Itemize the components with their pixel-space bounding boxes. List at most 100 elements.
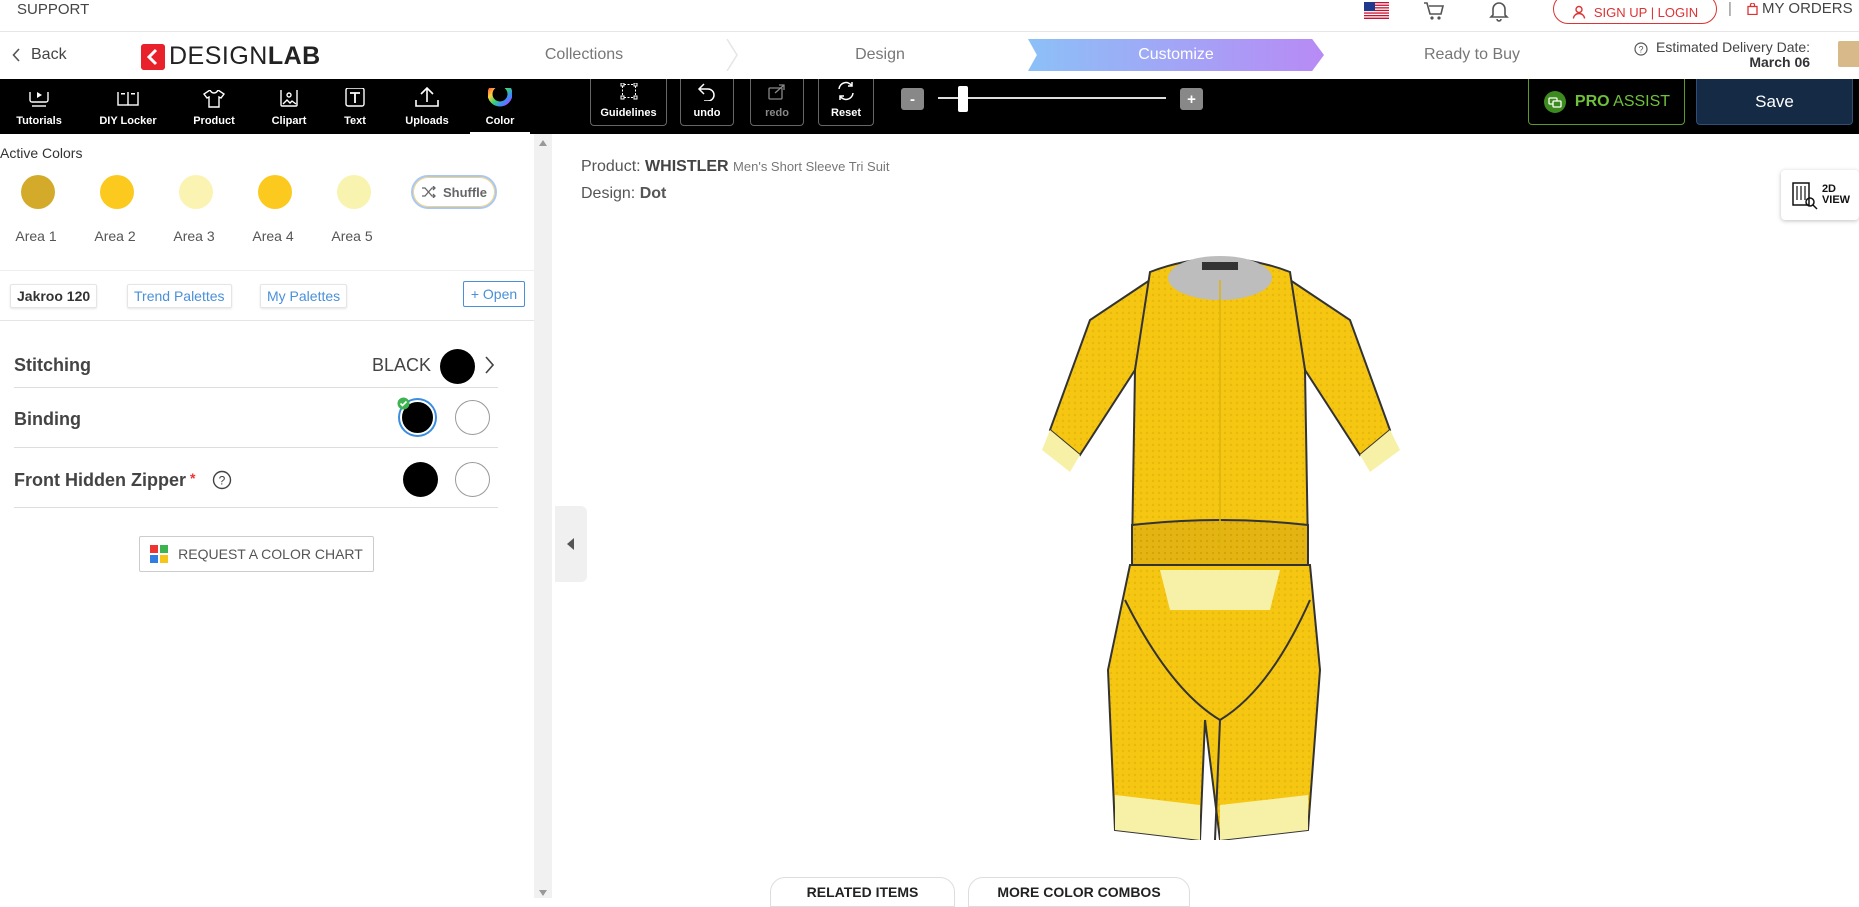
product-label: Product: [581, 158, 641, 175]
product-3d-render[interactable] [1030, 250, 1410, 840]
request-color-chart-button[interactable]: REQUEST A COLOR CHART [139, 536, 374, 572]
upload-icon [415, 86, 439, 107]
my-orders-link[interactable]: MY ORDERS [1747, 0, 1853, 17]
undo-button[interactable]: undo [680, 79, 734, 126]
area-2-label: Area 2 [94, 228, 136, 244]
palette-tab-jakroo-120[interactable]: Jakroo 120 [10, 284, 98, 308]
area-5-swatch[interactable] [337, 175, 371, 209]
front-hidden-zipper-label: Front Hidden Zipper * [14, 470, 195, 491]
step-customize[interactable]: Customize [1028, 39, 1324, 71]
undo-label: undo [693, 107, 721, 119]
binding-white-swatch[interactable] [455, 400, 490, 435]
shirt-icon [202, 90, 226, 108]
collapse-panel-button[interactable] [555, 506, 587, 582]
step-ready-to-buy-label: Ready to Buy [1423, 46, 1521, 63]
step-collections[interactable]: Collections [436, 39, 738, 71]
tool-text[interactable]: Text [335, 79, 375, 134]
chevron-right-icon[interactable] [484, 356, 494, 374]
check-icon [397, 397, 410, 410]
save-button[interactable]: Save [1696, 79, 1853, 125]
product-info: Product: WHISTLER Men's Short Sleeve Tri… [581, 158, 889, 176]
step-nav-bar: Back DESIGNLAB Collections Design Custom… [0, 32, 1859, 79]
delivery-date: March 06 [1749, 54, 1811, 70]
area-2-swatch[interactable] [100, 175, 134, 209]
tool-uploads[interactable]: Uploads [405, 79, 449, 134]
help-circle-icon[interactable]: ? [212, 470, 232, 490]
logo-text: DESIGNLAB [169, 42, 321, 71]
reset-icon [838, 81, 854, 101]
delivery-label: Estimated Delivery Date: [1656, 39, 1811, 55]
area-1-swatch[interactable] [21, 175, 55, 209]
us-flag-icon[interactable] [1364, 2, 1389, 19]
zoom-in-button[interactable]: + [1180, 88, 1203, 110]
zipper-white-swatch[interactable] [455, 462, 490, 497]
active-colors-title: Active Colors [0, 145, 83, 161]
design-name: Dot [639, 185, 667, 202]
area-1-label: Area 1 [15, 228, 57, 244]
signup-login-button[interactable]: SIGN UP | LOGIN [1553, 0, 1717, 24]
divider [0, 320, 534, 321]
pro-assist-button[interactable]: PRO ASSIST [1528, 79, 1685, 125]
top-bar: SUPPORT SIGN UP | LOGIN | MY ORDERS [0, 0, 1859, 32]
area-4-swatch[interactable] [258, 175, 292, 209]
tool-tutorials-label: Tutorials [16, 115, 62, 127]
zipper-black-swatch[interactable] [403, 462, 438, 497]
logo-text-design: DESIGN [169, 42, 268, 70]
design-label: Design: [581, 185, 636, 202]
stitching-color-swatch[interactable] [440, 349, 475, 384]
bell-icon[interactable] [1488, 0, 1510, 22]
product-name: WHISTLER [645, 158, 729, 175]
tool-color[interactable]: Color [470, 79, 530, 134]
front-hidden-zipper-text: Front Hidden Zipper [14, 470, 186, 490]
more-color-combos-tab[interactable]: MORE COLOR COMBOS [968, 877, 1190, 907]
view-label: VIEW [1821, 194, 1851, 206]
step-ready-to-buy[interactable]: Ready to Buy [1324, 39, 1620, 71]
svg-text:?: ? [219, 474, 226, 488]
step-tabs: Collections Design Customize Ready to Bu… [436, 39, 1620, 71]
stitching-label: Stitching [14, 355, 91, 375]
text-icon [345, 88, 365, 107]
scroll-down-arrow-icon[interactable] [539, 890, 547, 896]
palette-tab-my-palettes[interactable]: My Palettes [260, 284, 348, 308]
stitching-value: BLACK [372, 355, 432, 375]
area-3-label: Area 3 [173, 228, 215, 244]
tool-tutorials[interactable]: Tutorials [16, 79, 62, 134]
stitching-row[interactable]: Stitching BLACK [14, 344, 498, 388]
guidelines-button[interactable]: Guidelines [590, 79, 667, 126]
redo-button[interactable]: redo [750, 79, 804, 126]
tool-clipart[interactable]: Clipart [269, 79, 309, 134]
tool-text-label: Text [344, 115, 366, 127]
zoom-out-button[interactable]: - [901, 88, 924, 110]
help-circle-icon[interactable]: ? [1634, 42, 1648, 56]
reset-button[interactable]: Reset [818, 79, 874, 126]
tool-diy-locker[interactable]: DIY Locker [98, 79, 158, 134]
zoom-slider-handle[interactable] [958, 86, 968, 112]
2d-view-toggle[interactable]: 2D VIEW [1781, 170, 1859, 220]
tool-product[interactable]: Product [192, 79, 236, 134]
request-color-chart-label: REQUEST A COLOR CHART [178, 546, 363, 562]
logo-text-lab: LAB [267, 42, 321, 70]
open-palette-button[interactable]: + Open [463, 281, 525, 307]
step-design[interactable]: Design [732, 39, 1028, 71]
undo-icon [697, 83, 715, 101]
area-3-swatch[interactable] [179, 175, 213, 209]
support-link[interactable]: SUPPORT [17, 1, 89, 18]
tool-clipart-label: Clipart [271, 115, 307, 127]
package-icon [1838, 41, 1859, 67]
shuffle-label: Shuffle [442, 184, 488, 200]
designlab-logo[interactable]: DESIGNLAB [141, 42, 321, 71]
required-mark: * [189, 470, 196, 486]
back-button[interactable]: Back [12, 46, 67, 64]
scroll-up-arrow-icon[interactable] [539, 140, 547, 146]
chevron-left-icon [12, 48, 20, 62]
related-items-tab[interactable]: RELATED ITEMS [770, 877, 955, 907]
tool-product-label: Product [193, 115, 235, 127]
caret-left-icon [567, 538, 574, 550]
guidelines-label: Guidelines [600, 107, 657, 119]
palette-tab-trend[interactable]: Trend Palettes [127, 284, 232, 308]
tool-color-label: Color [485, 115, 515, 127]
tool-diy-locker-label: DIY Locker [99, 115, 157, 127]
shuffle-button[interactable]: Shuffle [411, 175, 497, 209]
cart-icon[interactable] [1422, 0, 1446, 22]
panel-scrollbar[interactable] [534, 134, 552, 898]
